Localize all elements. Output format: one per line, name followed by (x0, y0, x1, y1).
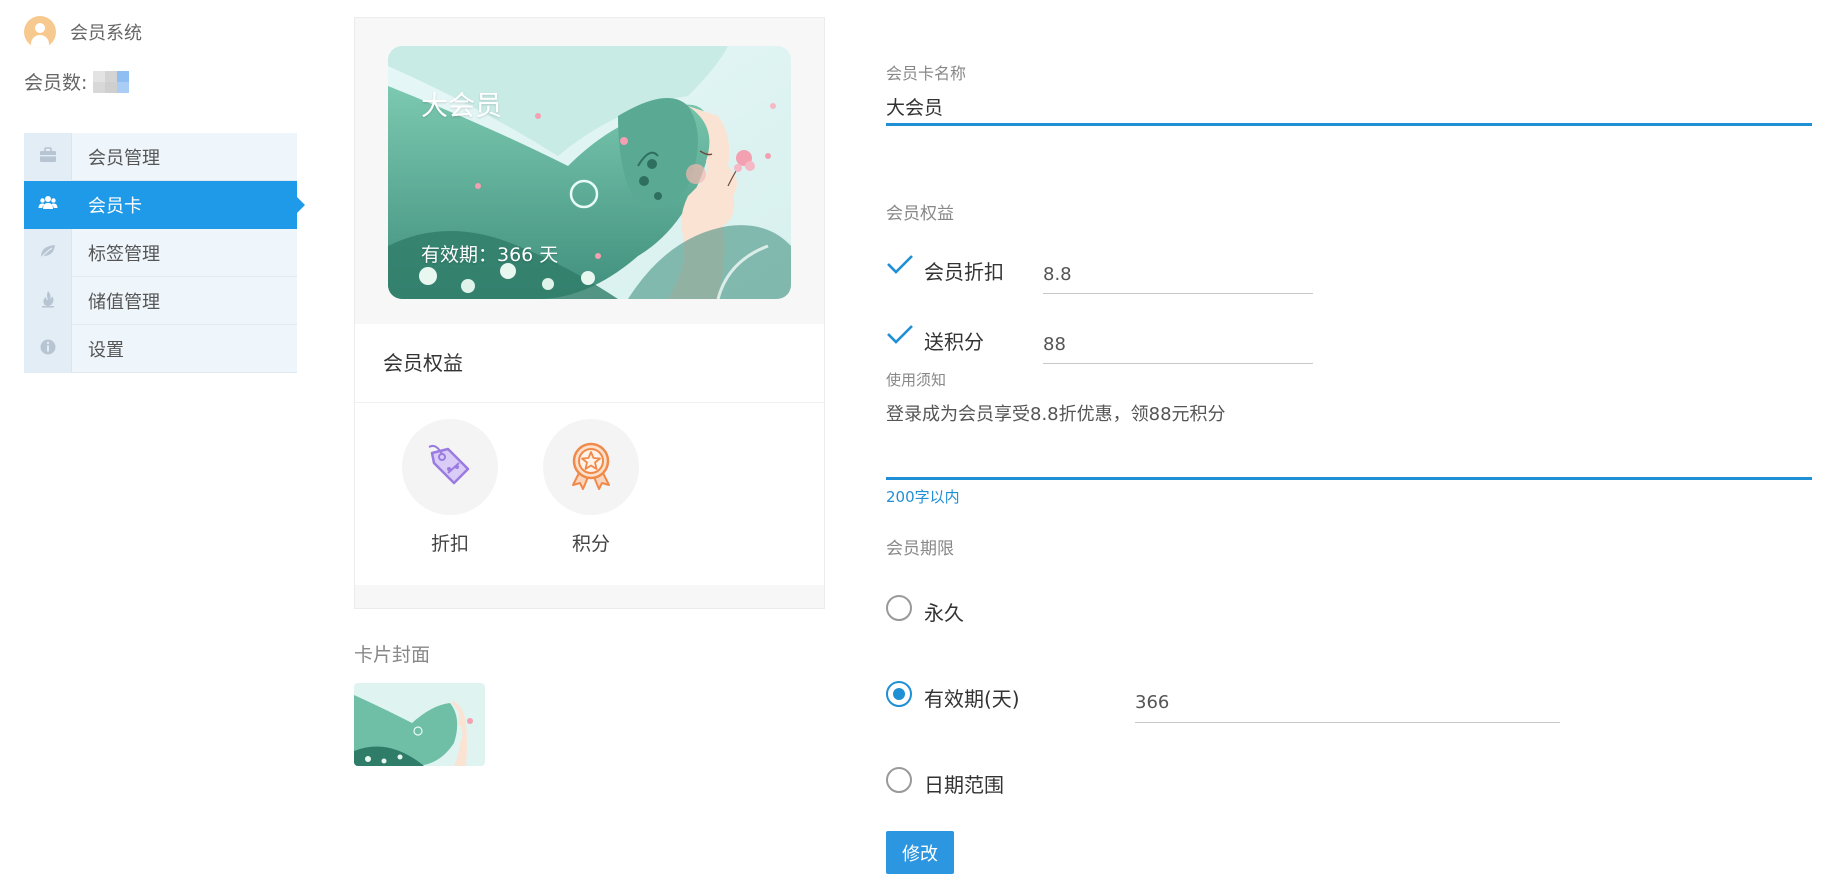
discount-input[interactable] (1043, 261, 1313, 287)
points-option-label: 送积分 (924, 330, 984, 354)
period-option-label: 有效期(天) (924, 687, 1020, 711)
discount-option-label: 会员折扣 (924, 260, 1004, 284)
fire-icon (38, 289, 58, 313)
member-count-redacted (93, 70, 130, 93)
card-preview-panel: 大会员 有效期：366 天 会员权益 折扣 积分 (354, 17, 825, 609)
avatar-icon (24, 16, 56, 48)
card-name-input[interactable] (886, 92, 1812, 120)
sidebar-item-member-management[interactable]: 会员管理 (24, 132, 297, 181)
sidebar-item-label: 标签管理 (88, 243, 160, 265)
period-radio-permanent[interactable] (886, 595, 912, 621)
discount-checkbox[interactable] (886, 253, 914, 275)
member-card-preview: 大会员 有效期：366 天 (388, 46, 791, 299)
sidebar-item-stored-value[interactable]: 储值管理 (24, 276, 297, 325)
period-radio-date-range[interactable] (886, 767, 912, 793)
sidebar-item-label: 会员管理 (88, 147, 160, 169)
member-count: 会员数: (24, 68, 130, 95)
users-icon (38, 193, 58, 217)
cover-label: 卡片封面 (354, 644, 431, 666)
input-underline (886, 123, 1812, 126)
member-count-label: 会员数: (24, 72, 88, 94)
cover-thumbnail[interactable] (354, 683, 485, 766)
notice-label: 使用须知 (886, 371, 947, 389)
briefcase-icon (38, 145, 58, 169)
points-checkbox[interactable] (886, 323, 914, 345)
divider (355, 402, 824, 403)
input-underline (1043, 363, 1313, 364)
benefit-label: 积分 (571, 533, 610, 555)
rights-label: 会员权益 (886, 204, 954, 224)
notice-hint: 200字以内 (886, 488, 960, 506)
checkmark-icon (886, 325, 914, 349)
discount-tag-icon (422, 437, 478, 497)
checkmark-icon (886, 255, 914, 279)
modify-button[interactable]: 修改 (886, 831, 954, 874)
points-input[interactable] (1043, 331, 1313, 357)
input-underline (1135, 722, 1560, 723)
benefit-discount: 折扣 (402, 419, 498, 556)
benefit-points: 积分 (543, 419, 639, 556)
brand: 会员系统 (24, 16, 142, 48)
info-icon (38, 337, 58, 361)
period-option-label: 永久 (924, 601, 964, 625)
card-name: 大会员 (421, 91, 502, 122)
period-label: 会员期限 (886, 539, 954, 559)
medal-icon (563, 437, 619, 497)
sidebar-item-member-card[interactable]: 会员卡 (24, 180, 305, 229)
sidebar-item-label: 设置 (88, 339, 124, 361)
benefit-label: 折扣 (430, 533, 469, 555)
leaf-icon (38, 241, 58, 265)
textarea-underline (886, 477, 1812, 480)
notice-textarea[interactable]: 登录成为会员享受8.8折优惠，领88元积分 (886, 400, 1226, 426)
rights-section: 会员权益 折扣 积分 (355, 324, 824, 585)
rights-title: 会员权益 (383, 351, 463, 375)
name-label: 会员卡名称 (886, 64, 967, 83)
sidebar-item-label: 会员卡 (88, 195, 142, 217)
period-option-label: 日期范围 (924, 773, 1004, 797)
card-validity: 有效期：366 天 (421, 244, 559, 266)
sidebar-item-label: 储值管理 (88, 291, 160, 313)
sidebar-item-settings[interactable]: 设置 (24, 324, 297, 373)
period-radio-days[interactable] (886, 681, 912, 707)
input-underline (1043, 293, 1313, 294)
sidebar-menu: 会员管理 会员卡 标签管理 储值管理 设置 (24, 132, 305, 373)
app-title: 会员系统 (70, 23, 142, 44)
days-input[interactable] (1135, 689, 1560, 715)
sidebar-item-tag-management[interactable]: 标签管理 (24, 228, 297, 277)
